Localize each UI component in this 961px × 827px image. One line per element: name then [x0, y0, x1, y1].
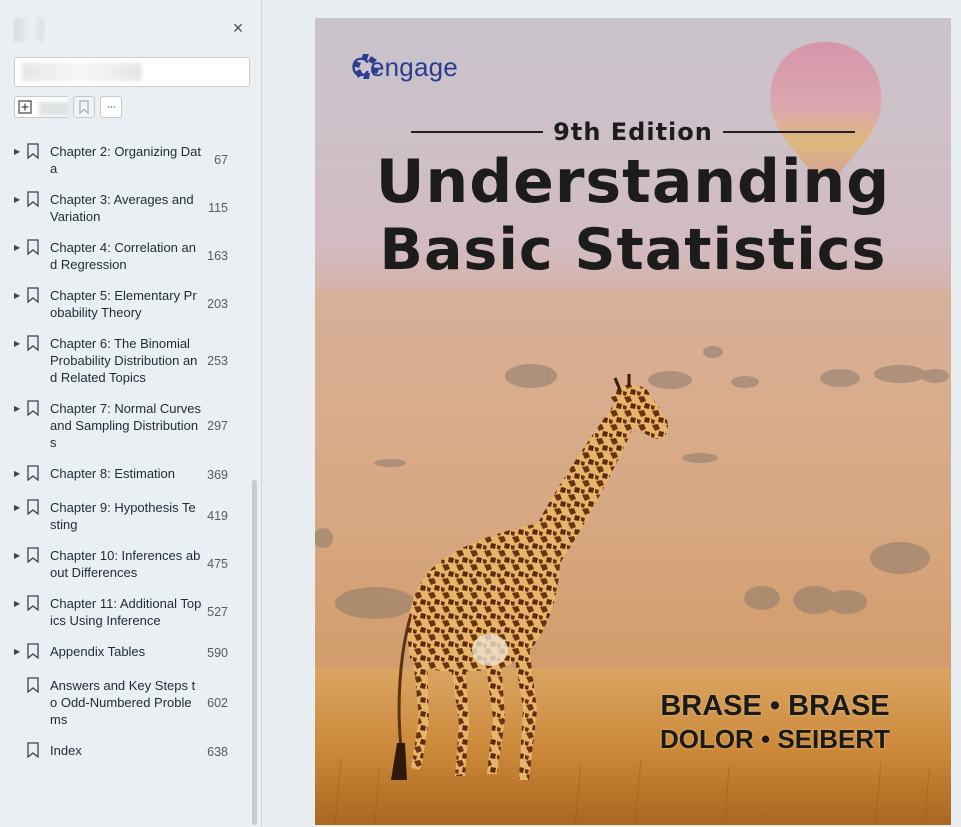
expand-plus-icon — [18, 100, 32, 114]
cengage-logo-icon — [353, 54, 379, 79]
expand-arrow-icon[interactable]: ▶ — [14, 469, 24, 478]
toc-item-label: Chapter 5: Elementary Probability Theory — [50, 288, 197, 320]
toc-item-page: 115 — [208, 201, 228, 215]
bookmark-icon — [27, 547, 39, 563]
more-options-button[interactable]: ··· — [100, 96, 122, 118]
toc-item-page: 419 — [207, 509, 228, 523]
outline-list: ▶ Chapter 2: Organizing Data 67 ▶ Chapter 3:… — [0, 136, 250, 769]
expand-arrow-icon[interactable]: ▶ — [14, 503, 24, 512]
toc-item-page: 602 — [207, 695, 228, 710]
toc-item[interactable]: Answers and Key Steps to Odd-Numbered Pr… — [0, 670, 250, 735]
bookmark-icon — [79, 100, 89, 114]
toc-item[interactable]: ▶ Chapter 7: Normal Curves and Sampling D… — [0, 393, 250, 458]
bookmark-icon — [27, 335, 39, 351]
toc-item-page: 253 — [207, 353, 228, 368]
expand-arrow-icon[interactable]: ▶ — [14, 599, 24, 608]
toolbar-blurred-label — [39, 102, 69, 116]
toc-item[interactable]: ▶ Chapter 11: Additional Topics Using Inf… — [0, 588, 250, 636]
sidebar-title-blurred — [14, 18, 44, 42]
toc-item[interactable]: ▶ Appendix Tables 590 — [0, 636, 250, 670]
toc-item[interactable]: ▶ Chapter 9: Hypothesis Testing 419 — [0, 492, 250, 540]
toc-item[interactable]: ▶ Chapter 3: Averages and Variation 115 — [0, 184, 250, 232]
toc-item-label: Appendix Tables — [50, 644, 146, 659]
toc-item-label: Chapter 7: Normal Curves and Sampling Di… — [50, 401, 201, 450]
pdf-reader-window: × ··· ▶ Chapter 2: Organizing Data 67 ▶ Chap… — [0, 0, 961, 827]
toc-item-label: Chapter 9: Hypothesis Testing — [50, 500, 196, 532]
toc-item-label: Chapter 3: Averages and Variation — [50, 192, 194, 224]
bookmark-icon — [27, 677, 39, 693]
toc-item-label: Answers and Key Steps to Odd-Numbered Pr… — [50, 678, 196, 727]
edition-label: 9th Edition — [553, 118, 713, 146]
expand-arrow-icon[interactable]: ▶ — [14, 339, 24, 348]
toc-item-label: Chapter 10: Inferences about Differences — [50, 548, 201, 580]
toc-item-page: 67 — [214, 153, 228, 167]
expand-arrow-icon[interactable]: ▶ — [14, 551, 24, 560]
bookmark-icon — [27, 465, 39, 481]
toc-item-label: Chapter 2: Organizing Data — [50, 144, 202, 176]
sidebar-toolbar: ··· — [14, 96, 122, 120]
expand-arrow-icon[interactable]: ▶ — [14, 243, 24, 252]
bookmark-icon — [27, 400, 39, 416]
toc-item-page: 203 — [207, 297, 228, 311]
bookmark-icon — [27, 643, 39, 659]
expand-arrow-icon[interactable]: ▶ — [14, 404, 24, 413]
sidebar-scrollbar[interactable] — [252, 480, 257, 825]
expand-arrow-icon[interactable]: ▶ — [14, 291, 24, 300]
toc-item[interactable]: ▶ Chapter 2: Organizing Data 67 — [0, 136, 250, 184]
toc-item-label: Chapter 8: Estimation — [50, 466, 176, 481]
close-icon[interactable]: × — [228, 18, 248, 38]
toc-item-page: 638 — [207, 745, 228, 759]
toc-item-label: Chapter 6: The Binomial Probability Dist… — [50, 336, 198, 385]
toc-item[interactable]: Index 638 — [0, 735, 250, 769]
toc-item-page: 475 — [207, 557, 228, 571]
bookmark-icon — [27, 499, 39, 515]
document-view[interactable]: Cengage 9th Edition Understanding Basic … — [263, 0, 961, 827]
expand-arrow-icon[interactable]: ▶ — [14, 195, 24, 204]
outline-search-input[interactable] — [14, 57, 250, 87]
edition-banner: 9th Edition — [411, 118, 855, 146]
toc-item-label: Index — [50, 743, 82, 758]
book-cover-page: Cengage 9th Edition Understanding Basic … — [315, 18, 951, 825]
authors-line-1: BRASE • BRASE — [660, 690, 890, 722]
outline-sidebar: × ··· ▶ Chapter 2: Organizing Data 67 ▶ Chap… — [0, 0, 262, 827]
toc-item-page: 297 — [207, 418, 228, 433]
bookmark-icon — [27, 191, 39, 207]
toc-item[interactable]: ▶ Chapter 10: Inferences about Difference… — [0, 540, 250, 588]
toc-item-page: 369 — [207, 468, 228, 482]
publisher-logo: Cengage — [351, 52, 458, 83]
expand-arrow-icon[interactable]: ▶ — [14, 647, 24, 656]
bookmark-icon — [27, 287, 39, 303]
toc-item[interactable]: ▶ Chapter 5: Elementary Probability Theor… — [0, 280, 250, 328]
edition-rule-left — [411, 131, 544, 133]
toc-item-page: 163 — [207, 249, 228, 263]
bookmark-icon — [27, 742, 39, 758]
toc-item-label: Chapter 11: Additional Topics Using Infe… — [50, 596, 202, 628]
sidebar-header: × — [0, 0, 262, 52]
book-title-line-1: Understanding — [375, 147, 891, 217]
toc-item[interactable]: ▶ Chapter 6: The Binomial Probability Dis… — [0, 328, 250, 393]
toc-item-page: 527 — [207, 605, 228, 619]
toc-item[interactable]: ▶ Chapter 8: Estimation 369 — [0, 458, 250, 492]
authors-line-2: DOLOR • SEIBERT — [659, 724, 891, 754]
toc-item-page: 590 — [207, 646, 228, 660]
bookmark-icon — [27, 239, 39, 255]
expand-arrow-icon[interactable]: ▶ — [14, 147, 24, 156]
add-bookmark-button[interactable] — [73, 96, 95, 118]
expand-all-button[interactable] — [14, 96, 69, 118]
edition-rule-right — [722, 131, 855, 133]
toc-item-label: Chapter 4: Correlation and Regression — [50, 240, 196, 272]
toc-item[interactable]: ▶ Chapter 4: Correlation and Regression 16… — [0, 232, 250, 280]
book-title-line-2: Basic Statistics — [379, 217, 887, 283]
bookmark-icon — [27, 595, 39, 611]
bookmark-icon — [27, 143, 39, 159]
